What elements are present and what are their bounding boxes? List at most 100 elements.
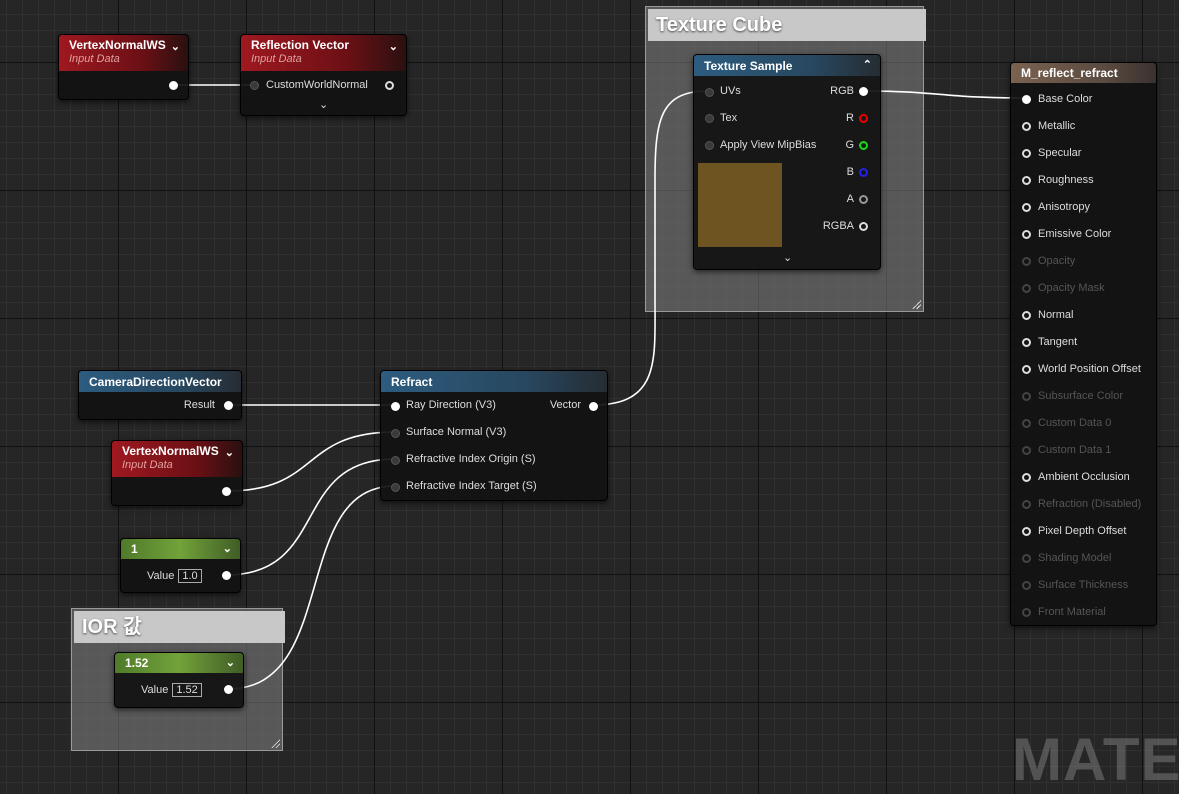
material-input-pin[interactable] <box>1022 230 1031 239</box>
material-input-pin[interactable] <box>1022 473 1031 482</box>
material-input-pin[interactable] <box>1022 608 1031 617</box>
comment-title[interactable]: IOR 값 <box>74 611 285 643</box>
input-pin-refractive-index-target[interactable] <box>391 483 400 492</box>
node-header[interactable]: VertexNormalWS Input Data ⌄ <box>112 441 242 477</box>
material-input-pin[interactable] <box>1022 527 1031 536</box>
output-label-result: Result <box>183 399 215 411</box>
node-header[interactable]: 1.52 ⌄ <box>115 653 243 673</box>
expand-chevron-icon[interactable]: ⌄ <box>783 251 792 264</box>
wire-vertexnormal-to-refract <box>226 431 396 492</box>
node-header[interactable]: 1 ⌄ <box>121 539 240 559</box>
output-pin-rgb[interactable] <box>859 87 868 96</box>
node-vertex-normal-ws-top[interactable]: VertexNormalWS Input Data ⌄ <box>58 34 189 100</box>
expand-chevron-icon[interactable]: ⌄ <box>319 98 328 111</box>
chevron-down-icon[interactable]: ⌄ <box>226 656 235 669</box>
wire-const1-to-refract <box>225 458 396 576</box>
material-input-label: Specular <box>1038 147 1082 159</box>
node-header[interactable]: M_reflect_refract <box>1011 63 1156 83</box>
comment-title[interactable]: Texture Cube <box>648 9 926 41</box>
material-input-pin[interactable] <box>1022 257 1031 266</box>
value-field[interactable]: 1.52 <box>172 683 202 697</box>
chevron-down-icon[interactable]: ⌄ <box>223 542 232 555</box>
value-field[interactable]: 1.0 <box>178 569 202 583</box>
material-input-label: Pixel Depth Offset <box>1038 525 1127 537</box>
output-pin-r[interactable] <box>859 114 868 123</box>
value-label: Value <box>147 570 175 582</box>
node-title: 1.52 <box>125 656 149 670</box>
material-input-pin[interactable] <box>1022 311 1031 320</box>
material-input-pin[interactable] <box>1022 95 1031 104</box>
node-constant-ior[interactable]: 1.52 ⌄ Value 1.52 <box>114 652 244 708</box>
material-input-label: Metallic <box>1038 120 1076 132</box>
output-label-b: B <box>846 166 854 178</box>
material-input-pin[interactable] <box>1022 284 1031 293</box>
input-pin-apply-view-mipbias[interactable] <box>705 141 714 150</box>
material-input-pin[interactable] <box>1022 500 1031 509</box>
material-watermark: MATER <box>1012 726 1179 793</box>
chevron-down-icon[interactable]: ⌄ <box>171 40 180 53</box>
node-header[interactable]: Refract <box>381 371 607 392</box>
output-pin-g[interactable] <box>859 141 868 150</box>
material-input-pin[interactable] <box>1022 419 1031 428</box>
output-pin[interactable] <box>385 81 394 90</box>
material-input-label: Tangent <box>1038 336 1078 348</box>
node-header[interactable]: Reflection Vector Input Data ⌄ <box>241 35 406 71</box>
input-pin-refractive-index-origin[interactable] <box>391 456 400 465</box>
node-refract[interactable]: Refract Ray Direction (V3) Surface Norma… <box>380 370 608 501</box>
output-pin-b[interactable] <box>859 168 868 177</box>
output-label-g: G <box>845 139 854 151</box>
output-label-vector: Vector <box>549 399 581 411</box>
node-reflection-vector[interactable]: Reflection Vector Input Data ⌄ CustomWor… <box>240 34 407 116</box>
material-input-pin[interactable] <box>1022 581 1031 590</box>
input-label-uvs: UVs <box>720 85 741 97</box>
output-pin-a[interactable] <box>859 195 868 204</box>
output-pin-vector[interactable] <box>589 402 598 411</box>
node-constant-1[interactable]: 1 ⌄ Value 1.0 <box>120 538 241 593</box>
input-label-refractive-index-target: Refractive Index Target (S) <box>406 480 537 492</box>
node-title: Refract <box>391 375 433 389</box>
material-graph-canvas[interactable]: Texture Cube IOR 값 VertexNormalWS Input … <box>0 0 1179 794</box>
chevron-down-icon[interactable]: ⌄ <box>225 446 234 459</box>
material-input-pin[interactable] <box>1022 365 1031 374</box>
output-pin[interactable] <box>222 571 231 580</box>
chevron-up-icon[interactable]: ⌃ <box>863 58 872 71</box>
node-subtitle: Input Data <box>251 53 302 65</box>
output-pin[interactable] <box>169 81 178 90</box>
material-input-label: Ambient Occlusion <box>1038 471 1130 483</box>
input-pin-uvs[interactable] <box>705 88 714 97</box>
node-header[interactable]: Texture Sample ⌃ <box>694 55 880 76</box>
input-label-refractive-index-origin: Refractive Index Origin (S) <box>406 453 536 465</box>
value-label: Value <box>141 684 169 696</box>
node-header[interactable]: VertexNormalWS Input Data ⌄ <box>59 35 188 71</box>
input-pin-ray-direction[interactable] <box>391 402 400 411</box>
resize-handle-icon[interactable] <box>911 299 921 309</box>
material-input-pin[interactable] <box>1022 203 1031 212</box>
material-input-pin[interactable] <box>1022 122 1031 131</box>
output-pin-rgba[interactable] <box>859 222 868 231</box>
input-label-tex: Tex <box>720 112 738 124</box>
node-header[interactable]: CameraDirectionVector <box>79 371 241 392</box>
input-label-ray-direction: Ray Direction (V3) <box>406 399 496 411</box>
input-pin-tex[interactable] <box>705 114 714 123</box>
node-camera-direction-vector[interactable]: CameraDirectionVector Result <box>78 370 242 420</box>
material-input-pin[interactable] <box>1022 338 1031 347</box>
resize-handle-icon[interactable] <box>270 738 280 748</box>
node-material-result[interactable]: M_reflect_refract Base Color Metallic Spec… <box>1010 62 1157 626</box>
input-pin-custom-world-normal[interactable] <box>250 81 259 90</box>
chevron-down-icon[interactable]: ⌄ <box>389 40 398 53</box>
material-input-pin[interactable] <box>1022 149 1031 158</box>
node-texture-sample[interactable]: Texture Sample ⌃ UVs Tex Apply View MipB… <box>693 54 881 270</box>
node-vertex-normal-ws-bottom[interactable]: VertexNormalWS Input Data ⌄ <box>111 440 243 506</box>
output-pin[interactable] <box>222 487 231 496</box>
value-row: Value 1.52 <box>141 683 202 697</box>
output-pin-result[interactable] <box>224 401 233 410</box>
input-label-surface-normal: Surface Normal (V3) <box>406 426 507 438</box>
material-input-pin[interactable] <box>1022 392 1031 401</box>
output-pin[interactable] <box>224 685 233 694</box>
material-input-pin[interactable] <box>1022 446 1031 455</box>
material-input-pin[interactable] <box>1022 554 1031 563</box>
node-title: 1 <box>131 542 138 556</box>
material-input-label: Surface Thickness <box>1038 579 1129 591</box>
input-pin-surface-normal[interactable] <box>391 429 400 438</box>
material-input-pin[interactable] <box>1022 176 1031 185</box>
